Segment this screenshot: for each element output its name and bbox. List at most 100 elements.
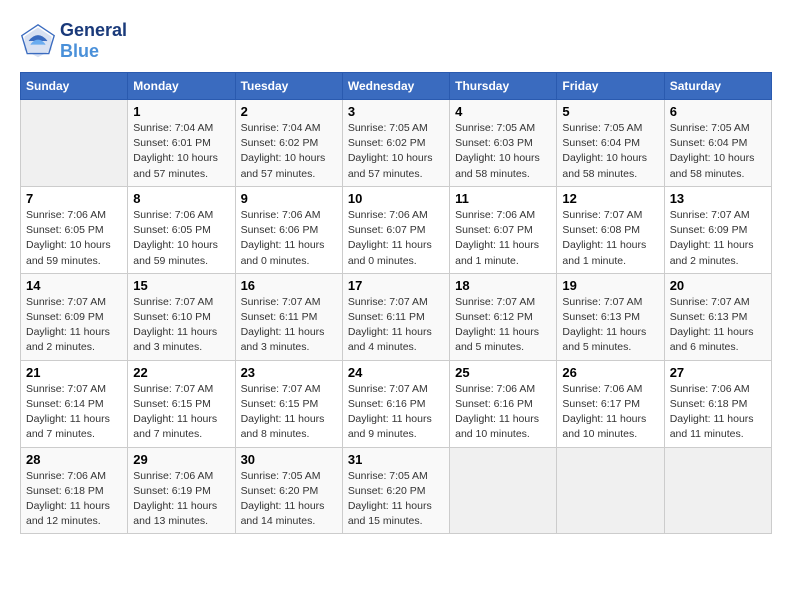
sunrise-text: Sunrise: 7:07 AM xyxy=(241,296,321,308)
day-info: Sunrise: 7:07 AM Sunset: 6:14 PM Dayligh… xyxy=(26,382,122,443)
calendar-cell: 7 Sunrise: 7:06 AM Sunset: 6:05 PM Dayli… xyxy=(21,186,128,273)
sunset-text: Sunset: 6:07 PM xyxy=(348,224,426,236)
sunset-text: Sunset: 6:02 PM xyxy=(241,137,319,149)
daylight-text: Daylight: 11 hours and 15 minutes. xyxy=(348,500,432,527)
sunset-text: Sunset: 6:13 PM xyxy=(670,311,748,323)
sunrise-text: Sunrise: 7:07 AM xyxy=(562,296,642,308)
day-number: 13 xyxy=(670,191,766,206)
daylight-text: Daylight: 10 hours and 57 minutes. xyxy=(241,152,326,179)
sunset-text: Sunset: 6:14 PM xyxy=(26,398,104,410)
sunrise-text: Sunrise: 7:06 AM xyxy=(562,383,642,395)
calendar-cell xyxy=(21,100,128,187)
sunset-text: Sunset: 6:18 PM xyxy=(670,398,748,410)
day-number: 25 xyxy=(455,365,551,380)
day-number: 27 xyxy=(670,365,766,380)
day-number: 4 xyxy=(455,104,551,119)
day-number: 5 xyxy=(562,104,658,119)
daylight-text: Daylight: 11 hours and 10 minutes. xyxy=(455,413,539,440)
day-number: 19 xyxy=(562,278,658,293)
calendar-table: SundayMondayTuesdayWednesdayThursdayFrid… xyxy=(20,72,772,534)
sunrise-text: Sunrise: 7:06 AM xyxy=(455,209,535,221)
sunrise-text: Sunrise: 7:07 AM xyxy=(348,296,428,308)
sunrise-text: Sunrise: 7:06 AM xyxy=(348,209,428,221)
sunset-text: Sunset: 6:16 PM xyxy=(348,398,426,410)
day-number: 7 xyxy=(26,191,122,206)
day-info: Sunrise: 7:07 AM Sunset: 6:08 PM Dayligh… xyxy=(562,208,658,269)
sunrise-text: Sunrise: 7:06 AM xyxy=(133,209,213,221)
sunrise-text: Sunrise: 7:06 AM xyxy=(26,209,106,221)
day-number: 20 xyxy=(670,278,766,293)
calendar-cell: 10 Sunrise: 7:06 AM Sunset: 6:07 PM Dayl… xyxy=(342,186,449,273)
daylight-text: Daylight: 11 hours and 6 minutes. xyxy=(670,326,754,353)
sunset-text: Sunset: 6:04 PM xyxy=(562,137,640,149)
day-number: 31 xyxy=(348,452,444,467)
day-number: 10 xyxy=(348,191,444,206)
sunset-text: Sunset: 6:04 PM xyxy=(670,137,748,149)
calendar-cell xyxy=(557,447,664,534)
day-number: 24 xyxy=(348,365,444,380)
sunset-text: Sunset: 6:15 PM xyxy=(241,398,319,410)
sunset-text: Sunset: 6:17 PM xyxy=(562,398,640,410)
day-number: 16 xyxy=(241,278,337,293)
day-number: 15 xyxy=(133,278,229,293)
sunrise-text: Sunrise: 7:06 AM xyxy=(670,383,750,395)
day-info: Sunrise: 7:07 AM Sunset: 6:13 PM Dayligh… xyxy=(562,295,658,356)
sunset-text: Sunset: 6:07 PM xyxy=(455,224,533,236)
calendar-cell: 22 Sunrise: 7:07 AM Sunset: 6:15 PM Dayl… xyxy=(128,360,235,447)
calendar-week-1: 1 Sunrise: 7:04 AM Sunset: 6:01 PM Dayli… xyxy=(21,100,772,187)
day-info: Sunrise: 7:07 AM Sunset: 6:09 PM Dayligh… xyxy=(26,295,122,356)
calendar-cell: 28 Sunrise: 7:06 AM Sunset: 6:18 PM Dayl… xyxy=(21,447,128,534)
calendar-cell xyxy=(450,447,557,534)
sunrise-text: Sunrise: 7:04 AM xyxy=(241,122,321,134)
daylight-text: Daylight: 10 hours and 57 minutes. xyxy=(133,152,218,179)
daylight-text: Daylight: 11 hours and 7 minutes. xyxy=(133,413,217,440)
sunrise-text: Sunrise: 7:06 AM xyxy=(133,470,213,482)
column-header-wednesday: Wednesday xyxy=(342,73,449,100)
day-number: 26 xyxy=(562,365,658,380)
day-number: 21 xyxy=(26,365,122,380)
sunset-text: Sunset: 6:19 PM xyxy=(133,485,211,497)
sunrise-text: Sunrise: 7:05 AM xyxy=(455,122,535,134)
column-header-saturday: Saturday xyxy=(664,73,771,100)
calendar-cell: 12 Sunrise: 7:07 AM Sunset: 6:08 PM Dayl… xyxy=(557,186,664,273)
daylight-text: Daylight: 11 hours and 3 minutes. xyxy=(133,326,217,353)
column-header-tuesday: Tuesday xyxy=(235,73,342,100)
daylight-text: Daylight: 10 hours and 59 minutes. xyxy=(26,239,111,266)
calendar-cell: 20 Sunrise: 7:07 AM Sunset: 6:13 PM Dayl… xyxy=(664,273,771,360)
logo-icon xyxy=(20,23,56,59)
daylight-text: Daylight: 11 hours and 11 minutes. xyxy=(670,413,754,440)
calendar-cell: 26 Sunrise: 7:06 AM Sunset: 6:17 PM Dayl… xyxy=(557,360,664,447)
day-info: Sunrise: 7:07 AM Sunset: 6:13 PM Dayligh… xyxy=(670,295,766,356)
daylight-text: Daylight: 11 hours and 0 minutes. xyxy=(241,239,325,266)
day-info: Sunrise: 7:06 AM Sunset: 6:05 PM Dayligh… xyxy=(26,208,122,269)
calendar-cell: 5 Sunrise: 7:05 AM Sunset: 6:04 PM Dayli… xyxy=(557,100,664,187)
daylight-text: Daylight: 11 hours and 0 minutes. xyxy=(348,239,432,266)
column-header-friday: Friday xyxy=(557,73,664,100)
sunset-text: Sunset: 6:13 PM xyxy=(562,311,640,323)
sunset-text: Sunset: 6:09 PM xyxy=(26,311,104,323)
calendar-week-3: 14 Sunrise: 7:07 AM Sunset: 6:09 PM Dayl… xyxy=(21,273,772,360)
daylight-text: Daylight: 11 hours and 9 minutes. xyxy=(348,413,432,440)
calendar-week-2: 7 Sunrise: 7:06 AM Sunset: 6:05 PM Dayli… xyxy=(21,186,772,273)
day-number: 22 xyxy=(133,365,229,380)
day-info: Sunrise: 7:04 AM Sunset: 6:02 PM Dayligh… xyxy=(241,121,337,182)
sunset-text: Sunset: 6:15 PM xyxy=(133,398,211,410)
day-info: Sunrise: 7:07 AM Sunset: 6:09 PM Dayligh… xyxy=(670,208,766,269)
day-info: Sunrise: 7:05 AM Sunset: 6:03 PM Dayligh… xyxy=(455,121,551,182)
day-info: Sunrise: 7:06 AM Sunset: 6:16 PM Dayligh… xyxy=(455,382,551,443)
day-number: 12 xyxy=(562,191,658,206)
calendar-cell: 2 Sunrise: 7:04 AM Sunset: 6:02 PM Dayli… xyxy=(235,100,342,187)
calendar-cell: 4 Sunrise: 7:05 AM Sunset: 6:03 PM Dayli… xyxy=(450,100,557,187)
day-number: 23 xyxy=(241,365,337,380)
calendar-cell: 21 Sunrise: 7:07 AM Sunset: 6:14 PM Dayl… xyxy=(21,360,128,447)
daylight-text: Daylight: 11 hours and 13 minutes. xyxy=(133,500,217,527)
day-info: Sunrise: 7:05 AM Sunset: 6:02 PM Dayligh… xyxy=(348,121,444,182)
sunrise-text: Sunrise: 7:07 AM xyxy=(562,209,642,221)
day-info: Sunrise: 7:07 AM Sunset: 6:16 PM Dayligh… xyxy=(348,382,444,443)
calendar-cell: 27 Sunrise: 7:06 AM Sunset: 6:18 PM Dayl… xyxy=(664,360,771,447)
daylight-text: Daylight: 10 hours and 57 minutes. xyxy=(348,152,433,179)
calendar-cell: 19 Sunrise: 7:07 AM Sunset: 6:13 PM Dayl… xyxy=(557,273,664,360)
sunrise-text: Sunrise: 7:05 AM xyxy=(241,470,321,482)
sunset-text: Sunset: 6:10 PM xyxy=(133,311,211,323)
column-header-sunday: Sunday xyxy=(21,73,128,100)
